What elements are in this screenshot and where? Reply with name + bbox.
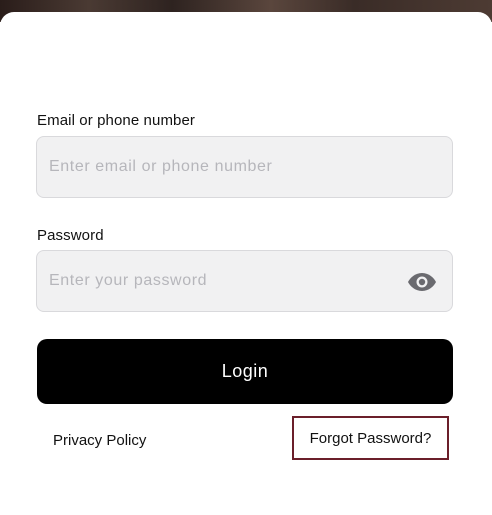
email-field[interactable]: [36, 136, 453, 198]
forgot-password-link[interactable]: Forgot Password?: [310, 430, 432, 447]
privacy-policy-link[interactable]: Privacy Policy: [53, 432, 146, 449]
email-label: Email or phone number: [37, 112, 196, 129]
forgot-password-highlight: Forgot Password?: [292, 416, 449, 460]
login-button[interactable]: Login: [37, 339, 453, 404]
eye-icon[interactable]: [406, 270, 438, 294]
password-label: Password: [37, 227, 104, 244]
password-field[interactable]: [36, 250, 453, 312]
